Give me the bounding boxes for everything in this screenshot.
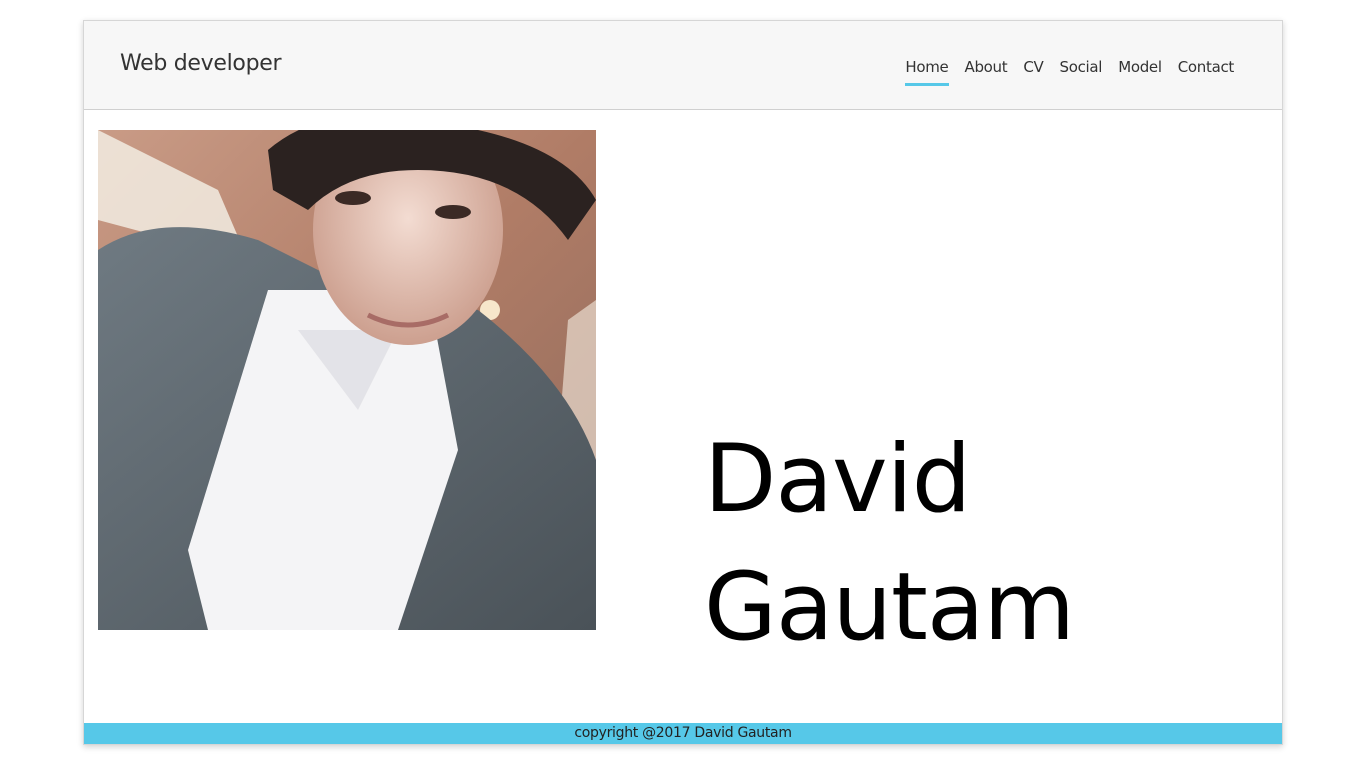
- profile-photo: [98, 130, 596, 630]
- page-container: Web developer Home About CV Social Model…: [83, 20, 1283, 745]
- nav-item-cv[interactable]: CV: [1015, 58, 1051, 76]
- nav-item-social[interactable]: Social: [1052, 58, 1111, 76]
- brand-title[interactable]: Web developer: [120, 51, 282, 76]
- nav-item-model[interactable]: Model: [1110, 58, 1170, 76]
- nav-item-about[interactable]: About: [957, 58, 1016, 76]
- copyright-text: copyright @2017 David Gautam: [574, 725, 792, 741]
- footer: copyright @2017 David Gautam: [84, 723, 1282, 744]
- first-name: David: [704, 425, 971, 534]
- last-name: Gautam: [704, 553, 1075, 662]
- nav-item-home[interactable]: Home: [897, 58, 956, 86]
- navbar: Web developer Home About CV Social Model…: [84, 21, 1282, 110]
- nav-item-contact[interactable]: Contact: [1170, 58, 1242, 76]
- main-nav: Home About CV Social Model Contact: [897, 58, 1242, 86]
- hero-name: David Gautam: [704, 416, 1075, 672]
